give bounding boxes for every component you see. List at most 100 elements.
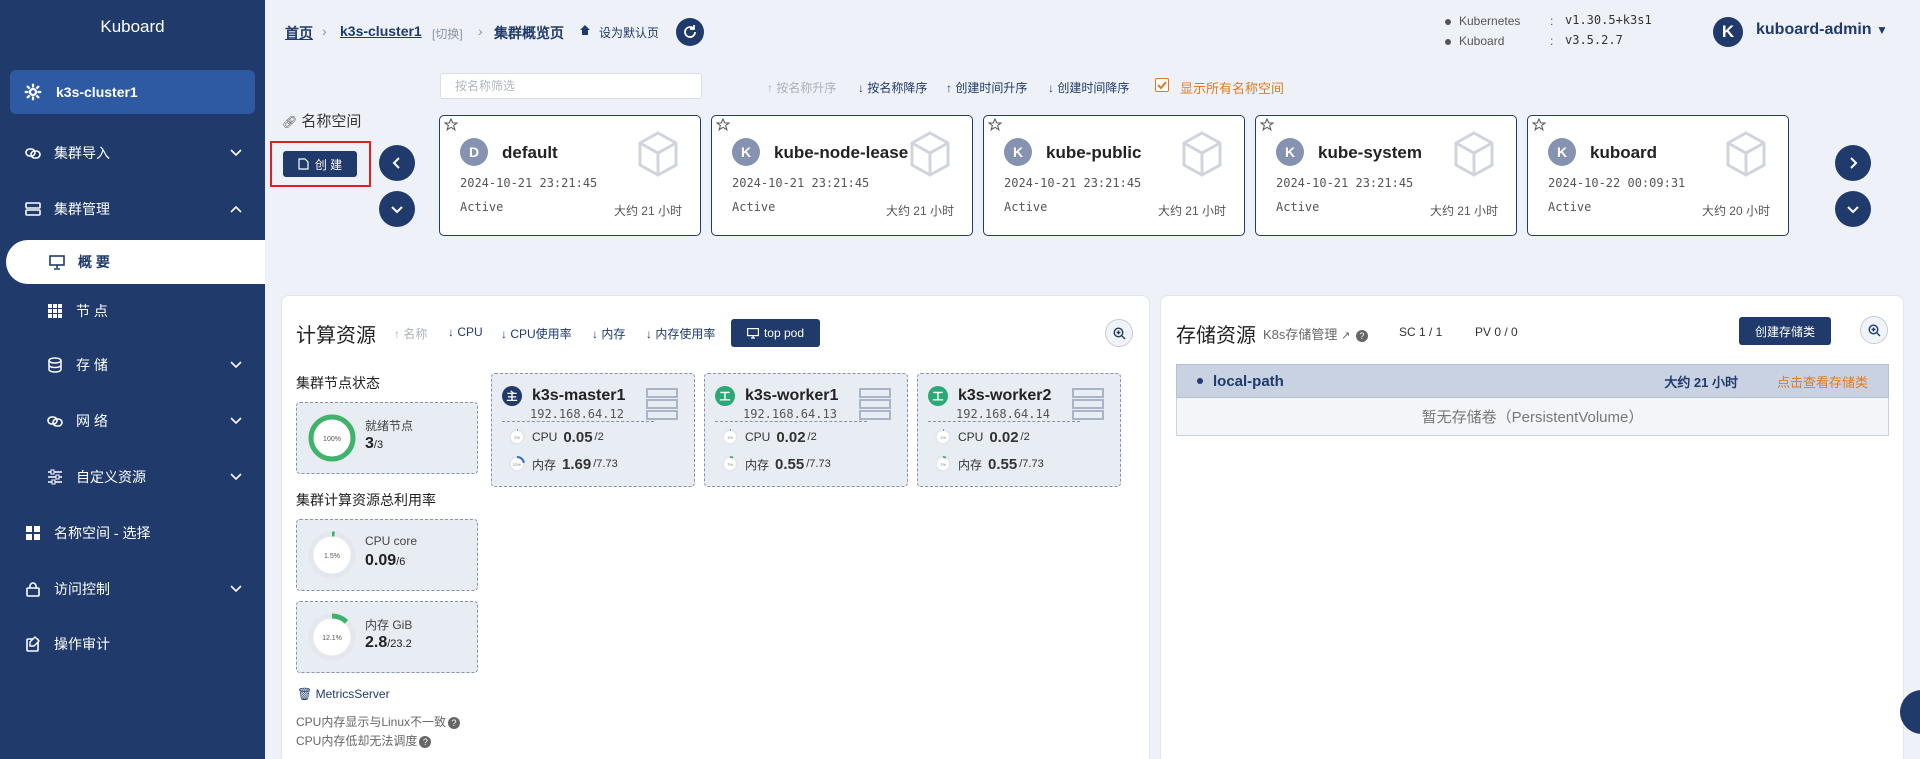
- star-icon[interactable]: [1259, 117, 1275, 135]
- sidebar-item-label: 操作审计: [54, 636, 110, 652]
- breadcrumb-switch[interactable]: [切换]: [432, 25, 463, 42]
- show-all-namespaces-checkbox[interactable]: [1155, 78, 1169, 92]
- note-cpu-mem-mismatch[interactable]: CPU内存显示与Linux不一致?: [296, 713, 461, 730]
- cube-icon: [1726, 131, 1766, 177]
- sidebar-item-access-control[interactable]: 访问控制: [0, 567, 265, 611]
- node-role-badge: 工: [928, 386, 948, 406]
- namespace-created: 2024-10-21 23:21:45: [1004, 176, 1142, 190]
- sidebar-item-storage[interactable]: 存 储: [0, 343, 265, 387]
- namespace-card-kuboard[interactable]: K kuboard 2024-10-22 00:09:31 Active 大约 …: [1527, 115, 1789, 236]
- help-icon: ?: [1355, 330, 1368, 342]
- breadcrumb-home[interactable]: 首页: [285, 23, 313, 43]
- breadcrumb-separator: ›: [478, 23, 483, 39]
- grid-icon: [46, 302, 64, 320]
- k8s-storage-link[interactable]: K8s存储管理 ↗ ?: [1263, 324, 1368, 343]
- namespace-card-default[interactable]: D default 2024-10-21 23:21:45 Active 大约 …: [439, 115, 701, 236]
- sidebar-item-namespace-select[interactable]: 名称空间 - 选择: [0, 511, 265, 555]
- sidebar-item-network[interactable]: 网 络: [0, 399, 265, 443]
- sidebar-item-label: 节 点: [76, 303, 108, 319]
- sort-by-name[interactable]: ↑ 名称: [394, 325, 427, 342]
- namespace-age: 大约 20 小时: [1701, 204, 1770, 218]
- sidebar-item-audit[interactable]: 操作审计: [0, 622, 265, 666]
- sidebar-item-cluster-manage[interactable]: 集群管理: [0, 187, 265, 231]
- namespace-status: Active: [732, 200, 776, 214]
- sort-by-memory[interactable]: ↓ 内存: [592, 325, 625, 342]
- star-icon[interactable]: [715, 117, 731, 135]
- note-cannot-schedule[interactable]: CPU内存低却无法调度?: [296, 732, 432, 749]
- node-card-k3s-master1[interactable]: 主 k3s-master1 192.168.64.12 2% CPU 0.05/2…: [491, 373, 695, 487]
- user-menu[interactable]: kuboard-admin ▼: [1756, 21, 1888, 39]
- create-storage-class-button[interactable]: 创建存储类: [1739, 317, 1831, 345]
- scroll-right-button[interactable]: [1835, 145, 1871, 181]
- storage-class-row[interactable]: local-path 大约 21 小时 点击查看存储类: [1176, 364, 1889, 398]
- chevron-down-icon: [230, 417, 242, 425]
- chevron-down-icon: [230, 585, 242, 593]
- create-namespace-button[interactable]: 创 建: [283, 151, 357, 177]
- collapse-button[interactable]: [1835, 191, 1871, 227]
- cube-icon: [1454, 131, 1494, 177]
- breadcrumb-separator: ›: [322, 23, 327, 39]
- presentation-icon: [48, 253, 66, 271]
- home-icon: [580, 25, 590, 35]
- top-pod-button[interactable]: top pod: [731, 319, 820, 347]
- chevron-down-icon: [230, 149, 242, 157]
- node-ip: 192.168.64.12: [530, 407, 624, 421]
- cube-icon: [1182, 131, 1222, 177]
- refresh-icon: [684, 25, 696, 38]
- sort-time-desc[interactable]: ↓ 创建时间降序: [1048, 79, 1129, 96]
- namespace-initial: K: [1276, 138, 1304, 166]
- sort-time-asc[interactable]: ↑ 创建时间升序: [946, 79, 1027, 96]
- cpu-pct: 1.5%: [324, 553, 340, 560]
- document-icon: [298, 158, 309, 170]
- scroll-left-button[interactable]: [379, 145, 415, 181]
- breadcrumb-cluster[interactable]: k3s-cluster1: [340, 23, 422, 39]
- metrics-server-link[interactable]: 🗑︎ MetricsServer: [297, 687, 390, 701]
- sidebar-item-overview[interactable]: 概 要: [6, 240, 265, 284]
- namespace-filter-input[interactable]: 按名称筛选: [440, 73, 702, 99]
- namespace-name: kube-public: [1046, 143, 1142, 162]
- compute-zoom-button[interactable]: [1105, 319, 1133, 347]
- trash-icon: 🗑︎: [297, 687, 313, 701]
- sort-by-memory-usage[interactable]: ↓ 内存使用率: [646, 325, 715, 342]
- brand-logo[interactable]: Kuboard: [0, 0, 265, 54]
- storage-zoom-button[interactable]: [1860, 316, 1888, 344]
- breadcrumb-current: 集群概览页: [494, 25, 564, 41]
- expand-button[interactable]: [379, 191, 415, 227]
- mem-ring: 12.1%: [308, 613, 356, 661]
- namespace-initial: K: [1548, 138, 1576, 166]
- node-card-k3s-worker2[interactable]: 工 k3s-worker2 192.168.64.14 1% CPU 0.02/2…: [917, 373, 1121, 487]
- namespace-status: Active: [1548, 200, 1592, 214]
- sort-by-cpu-usage[interactable]: ↓ CPU使用率: [501, 325, 572, 342]
- node-memory: 7% 内存 0.55/7.73: [934, 455, 1044, 473]
- node-mem-ring: 7%: [935, 456, 951, 472]
- node-role-badge: 主: [502, 386, 522, 406]
- sidebar-item-cluster-import[interactable]: 集群导入: [0, 131, 265, 175]
- star-icon[interactable]: [1531, 117, 1547, 135]
- sort-name-asc[interactable]: ↑ 按名称升序: [767, 79, 836, 96]
- zoom-in-icon: [1867, 323, 1880, 336]
- caret-down-icon: ▼: [1876, 23, 1888, 37]
- sidebar-item-custom-resources[interactable]: 自定义资源: [0, 455, 265, 499]
- sort-by-cpu[interactable]: ↓ CPU: [448, 325, 483, 339]
- namespace-created: 2024-10-21 23:21:45: [1276, 176, 1414, 190]
- star-icon[interactable]: [987, 117, 1003, 135]
- namespace-card-kube-system[interactable]: K kube-system 2024-10-21 23:21:45 Active…: [1255, 115, 1517, 236]
- node-card-k3s-worker1[interactable]: 工 k3s-worker1 192.168.64.13 1% CPU 0.02/2…: [704, 373, 908, 487]
- stack-icon: [24, 200, 42, 218]
- avatar[interactable]: K: [1713, 17, 1743, 47]
- namespace-status: Active: [1276, 200, 1320, 214]
- link-icon: [24, 144, 42, 162]
- show-all-namespaces-label[interactable]: 显示所有名称空间: [1180, 78, 1284, 97]
- star-icon[interactable]: [443, 117, 459, 135]
- namespace-card-kube-public[interactable]: K kube-public 2024-10-21 23:21:45 Active…: [983, 115, 1245, 236]
- set-default-link[interactable]: 设为默认页: [599, 24, 659, 41]
- namespace-created: 2024-10-22 00:09:31: [1548, 176, 1686, 190]
- sidebar-item-nodes[interactable]: 节 点: [0, 289, 265, 333]
- refresh-button[interactable]: [676, 18, 704, 46]
- cluster-selector[interactable]: k3s-cluster1: [10, 70, 255, 114]
- namespace-card-kube-node-lease[interactable]: K kube-node-lease 2024-10-21 23:21:45 Ac…: [711, 115, 973, 236]
- sort-name-desc[interactable]: ↓ 按名称降序: [858, 79, 927, 96]
- audit-icon: [24, 635, 42, 653]
- view-storage-class-link[interactable]: 点击查看存储类: [1777, 372, 1868, 391]
- namespace-name: kube-system: [1318, 143, 1422, 162]
